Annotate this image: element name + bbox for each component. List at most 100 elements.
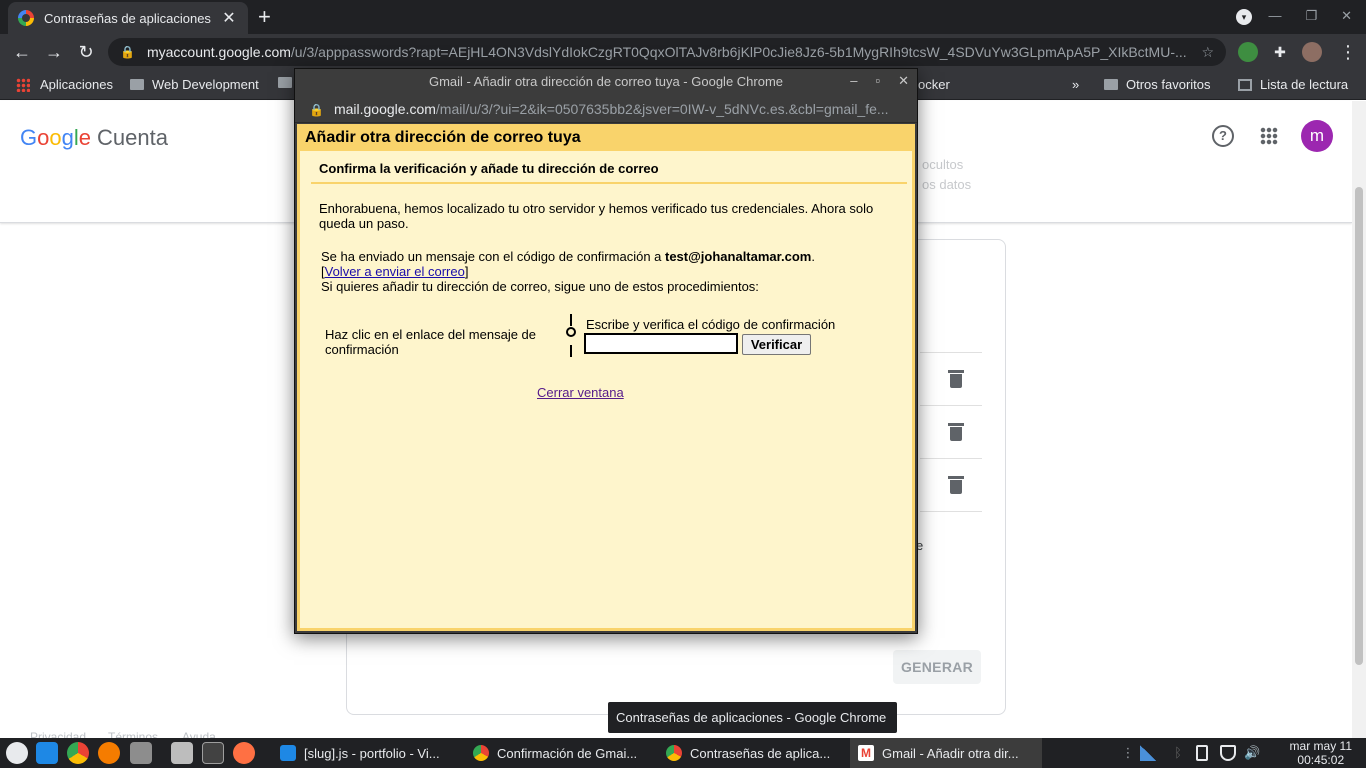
close-window-link-wrap: Cerrar ventana xyxy=(537,385,624,400)
option-code-label: Escribe y verifica el código de confirma… xyxy=(586,317,836,332)
minimize-icon[interactable]: — xyxy=(1268,8,1281,24)
divider xyxy=(920,352,982,353)
bookmark-otros-favoritos[interactable]: Otros favoritos xyxy=(1104,77,1211,92)
volume-icon[interactable]: 🔊 xyxy=(1244,745,1260,761)
popup-subheading: Confirma la verificación y añade tu dire… xyxy=(311,153,907,184)
popup-url-host: mail.google.com xyxy=(333,101,436,117)
success-message: Enhorabuena, hemos localizado tu otro se… xyxy=(319,201,874,231)
apps-grid-icon xyxy=(16,77,30,92)
vscode-icon xyxy=(280,745,296,761)
popup-heading: Añadir otra dirección de correo tuya xyxy=(300,124,912,151)
clock[interactable]: mar may 11 00:45:02 xyxy=(1290,739,1352,767)
verify-button[interactable]: Verificar xyxy=(742,334,811,355)
close-window-link[interactable]: Cerrar ventana xyxy=(537,385,624,400)
folder-icon xyxy=(278,77,292,88)
profile-avatar-icon[interactable] xyxy=(1302,42,1322,62)
confirmation-sent-text: Se ha enviado un mensaje con el código d… xyxy=(321,249,815,294)
maximize-icon[interactable]: ❐ xyxy=(1305,8,1317,24)
tab-strip: Contraseñas de aplicaciones ✕ + ▾ — ❐ ✕ xyxy=(0,0,1366,34)
chrome-icon xyxy=(666,745,682,761)
delete-trash-icon[interactable] xyxy=(948,476,964,494)
clock-time: 00:45:02 xyxy=(1297,753,1345,767)
help-icon[interactable]: ? xyxy=(1212,125,1234,147)
taskbar-task-gmail-popup[interactable]: M Gmail - Añadir otra dir... xyxy=(850,738,1042,768)
bookmark-apps-label: Aplicaciones xyxy=(40,77,113,92)
reading-list-icon xyxy=(1238,78,1252,91)
bluetooth-icon[interactable]: ᛒ xyxy=(1170,745,1186,761)
lock-icon: 🔒 xyxy=(120,45,135,59)
browser-toolbar: ← → ↻ 🔒 myaccount.google.com /u/3/apppas… xyxy=(0,34,1366,70)
confirmation-code-input[interactable] xyxy=(584,333,738,354)
bookmark-docker[interactable]: ocker xyxy=(918,77,950,92)
generate-button[interactable]: GENERAR xyxy=(893,650,981,684)
otros-favoritos-label: Otros favoritos xyxy=(1126,77,1211,92)
clock-date: mar may 11 xyxy=(1289,739,1352,753)
taskbar-tooltip: Contraseñas de aplicaciones - Google Chr… xyxy=(608,702,897,733)
popup-address-bar: 🔒 mail.google.com/mail/u/3/?ui=2&ik=05076… xyxy=(295,95,917,123)
close-window-icon[interactable]: ✕ xyxy=(1341,8,1352,24)
chrome-icon xyxy=(473,745,489,761)
maximize-icon[interactable]: ▫ xyxy=(875,73,880,89)
mint-menu-icon[interactable] xyxy=(6,742,28,764)
browser-tab[interactable]: Contraseñas de aplicaciones ✕ xyxy=(8,2,248,34)
popup-window-controls: – ▫ ✕ xyxy=(850,73,909,89)
google-favicon-icon xyxy=(18,10,34,26)
resend-email-link[interactable]: Volver a enviar el correo xyxy=(325,264,465,279)
address-bar[interactable]: 🔒 myaccount.google.com /u/3/apppasswords… xyxy=(108,38,1226,66)
delete-trash-icon[interactable] xyxy=(948,423,964,441)
calculator-icon[interactable] xyxy=(171,742,193,764)
bookmark-star-icon[interactable]: ☆ xyxy=(1201,44,1214,61)
bookmarks-overflow-button[interactable]: » xyxy=(1072,77,1079,92)
google-apps-icon[interactable] xyxy=(1260,127,1278,145)
page-scrollbar[interactable] xyxy=(1352,101,1366,738)
tab-close-icon[interactable]: ✕ xyxy=(220,8,238,28)
url-host: myaccount.google.com xyxy=(146,44,291,60)
scrollbar-thumb[interactable] xyxy=(1355,187,1363,665)
new-tab-button[interactable]: + xyxy=(258,6,271,28)
taskbar-task-gmail-confirm[interactable]: Confirmación de Gmai... xyxy=(465,738,655,768)
taskbar-task-vscode[interactable]: [slug].js - portfolio - Vi... xyxy=(272,738,462,768)
folder-icon xyxy=(130,79,144,90)
delete-trash-icon[interactable] xyxy=(948,370,964,388)
terminal-icon[interactable] xyxy=(202,742,224,764)
account-avatar[interactable]: m xyxy=(1301,120,1333,152)
files-icon[interactable] xyxy=(130,742,152,764)
reading-list-button[interactable]: Lista de lectura xyxy=(1238,77,1348,92)
bookmark-web-dev-label: Web Development xyxy=(152,77,259,92)
chrome-icon[interactable] xyxy=(67,742,89,764)
vscode-icon[interactable] xyxy=(36,742,58,764)
option-click-link-text: Haz clic en el enlace del mensaje de con… xyxy=(325,327,537,357)
target-email: test@johanaltamar.com xyxy=(665,249,812,264)
forward-icon[interactable]: → xyxy=(42,40,66,64)
firefox-icon[interactable] xyxy=(233,742,255,764)
taskbar-task-app-passwords[interactable]: Contraseñas de aplica... xyxy=(658,738,848,768)
menu-kebab-icon[interactable]: ⋮ xyxy=(1336,40,1360,64)
bookmark-apps[interactable]: Aplicaciones xyxy=(16,77,113,92)
divider xyxy=(920,511,982,512)
gmail-icon: M xyxy=(858,745,874,761)
bookmark-web-development[interactable]: Web Development xyxy=(130,77,259,92)
popup-content: Añadir otra dirección de correo tuya Con… xyxy=(297,124,915,631)
bookmark-docker-label: ocker xyxy=(918,77,950,92)
tray-overflow-icon[interactable]: ⋮ xyxy=(1120,745,1136,761)
popup-title: Gmail - Añadir otra dirección de correo … xyxy=(295,69,917,95)
google-account-logo[interactable]: Google Cuenta xyxy=(20,125,168,151)
clipboard-icon[interactable] xyxy=(1196,745,1208,761)
extensions-puzzle-icon[interactable]: ✚ xyxy=(1270,42,1290,62)
network-signal-icon[interactable] xyxy=(1140,745,1156,761)
or-separator-icon xyxy=(566,314,576,358)
url-path: /u/3/apppasswords?rapt=AEjHL4ON3VdslYdIo… xyxy=(290,44,1187,60)
folder-icon xyxy=(1104,79,1118,90)
chevron-right-icon: » xyxy=(1072,77,1080,92)
tab-search-icon[interactable]: ▾ xyxy=(1236,9,1252,25)
postman-icon[interactable] xyxy=(98,742,120,764)
shield-icon[interactable] xyxy=(1220,745,1236,761)
minimize-icon[interactable]: – xyxy=(850,73,857,89)
reload-icon[interactable]: ↻ xyxy=(74,40,98,64)
reading-list-label: Lista de lectura xyxy=(1260,77,1349,92)
gmail-popup-window: Gmail - Añadir otra dirección de correo … xyxy=(294,68,918,634)
back-icon[interactable]: ← xyxy=(10,40,34,64)
close-window-icon[interactable]: ✕ xyxy=(898,73,909,89)
frog-extension-icon[interactable] xyxy=(1238,42,1258,62)
faded-text: ocultos xyxy=(922,157,964,172)
